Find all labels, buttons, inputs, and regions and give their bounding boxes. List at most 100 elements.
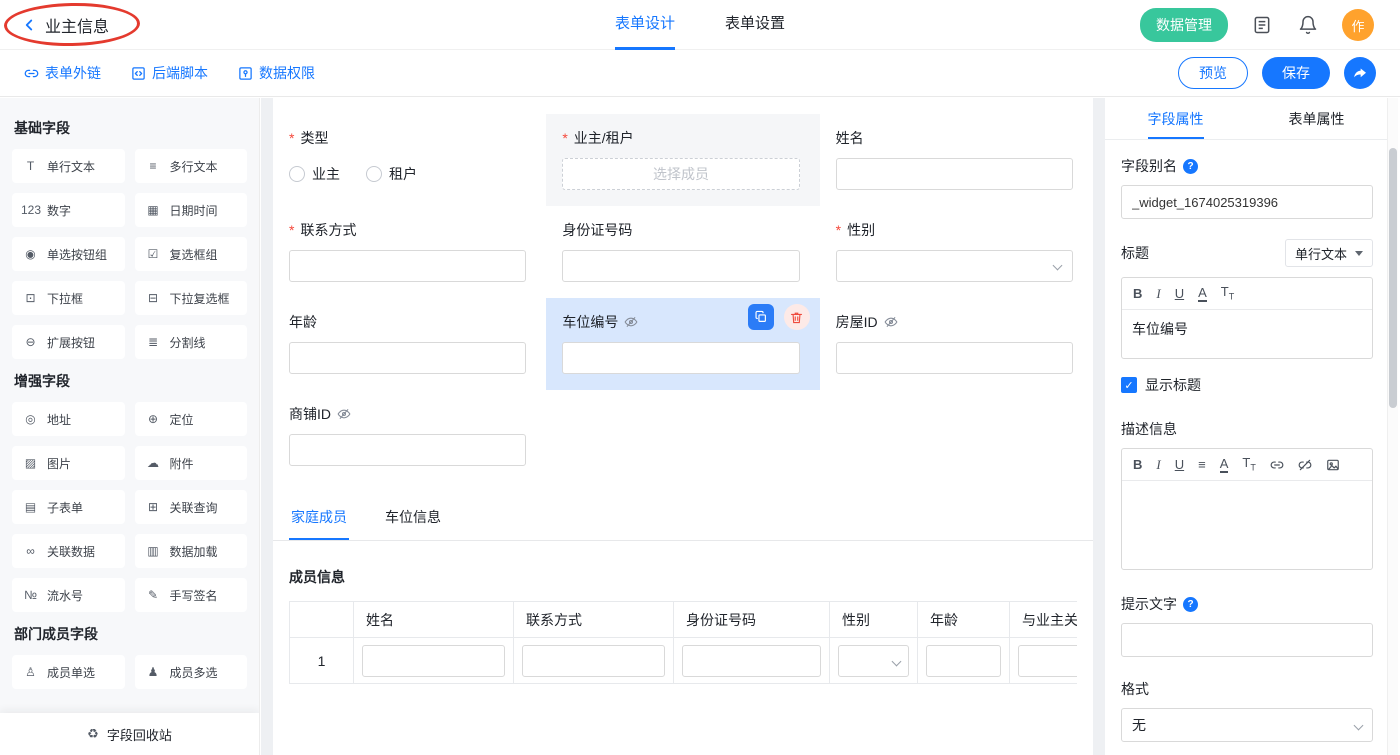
field-datetime[interactable]: ▦日期时间 [135,193,248,227]
insert-image-icon[interactable] [1326,458,1340,472]
field-linked-query[interactable]: ⊞关联查询 [135,490,248,524]
subform-age-input[interactable] [926,645,1001,677]
field-attachment[interactable]: ☁附件 [135,446,248,480]
underline-icon[interactable]: U [1175,287,1184,300]
tab-parking-info[interactable]: 车位信息 [383,496,443,540]
field-extend-button[interactable]: ⊖扩展按钮 [12,325,125,359]
help-icon[interactable]: ? [1183,159,1198,174]
hint-input[interactable] [1121,623,1373,657]
member-multi-icon: ♟ [144,665,163,679]
field-serial-number[interactable]: №流水号 [12,578,125,612]
field-cell-name[interactable]: 姓名 [820,114,1093,206]
gender-select[interactable] [836,250,1073,282]
save-button[interactable]: 保存 [1262,57,1330,89]
alias-input[interactable] [1121,185,1373,219]
field-cell-parking-no-selected[interactable]: 车位编号 [546,298,819,390]
radio-option-tenant[interactable]: 租户 [366,164,417,184]
field-cell-id-number[interactable]: 身份证号码 [546,206,819,298]
field-member-single[interactable]: ♙成员单选 [12,655,125,689]
field-member-multi[interactable]: ♟成员多选 [135,655,248,689]
align-icon[interactable]: ≡ [1198,458,1206,471]
vertical-scrollbar-thumb[interactable] [1389,148,1397,408]
subform-contact-input[interactable] [522,645,665,677]
field-subform[interactable]: ▤子表单 [12,490,125,524]
font-size-icon[interactable]: TT [1221,285,1234,302]
field-radio-group[interactable]: ◉单选按钮组 [12,237,125,271]
subform-name-input[interactable] [362,645,505,677]
italic-icon[interactable]: I [1156,287,1160,300]
data-manage-button[interactable]: 数据管理 [1140,8,1228,42]
vertical-scrollbar-track[interactable] [1388,98,1398,755]
show-title-row[interactable]: ✓ 显示标题 [1121,375,1373,395]
field-single-line-text[interactable]: T单行文本 [12,149,125,183]
form-toolbar: 表单外链 后端脚本 数据权限 预览 保存 [0,50,1400,97]
subform-relation-input[interactable] [1018,645,1077,677]
font-size-icon[interactable]: TT [1242,456,1255,473]
field-image[interactable]: ▨图片 [12,446,125,480]
house-id-input[interactable] [836,342,1073,374]
age-input[interactable] [289,342,526,374]
field-checkbox-group[interactable]: ☑复选框组 [135,237,248,271]
bold-icon[interactable]: B [1133,287,1142,300]
field-cell-age[interactable]: 年龄 [273,298,546,390]
field-cell-shop-id[interactable]: 商铺ID [273,390,546,482]
field-signature[interactable]: ✎手写签名 [135,578,248,612]
remove-link-icon[interactable] [1298,458,1312,472]
subform-id-number-input[interactable] [682,645,821,677]
share-button[interactable] [1344,57,1376,89]
bold-icon[interactable]: B [1133,458,1142,471]
data-permission-button[interactable]: 数据权限 [238,63,315,83]
copy-field-button[interactable] [748,304,774,330]
radio-circle-icon[interactable] [289,166,305,182]
format-select[interactable]: 无 [1121,708,1373,742]
font-color-icon[interactable]: A [1220,457,1229,473]
field-linked-data[interactable]: ∞关联数据 [12,534,125,568]
name-input[interactable] [836,158,1073,190]
contact-input[interactable] [289,250,526,282]
preview-button[interactable]: 预览 [1178,57,1248,89]
font-color-icon[interactable]: A [1198,286,1207,302]
backend-script-button[interactable]: 后端脚本 [131,63,208,83]
checkbox-checked-icon[interactable]: ✓ [1121,377,1137,393]
insert-link-icon[interactable] [1270,458,1284,472]
field-cell-house-id[interactable]: 房屋ID [820,298,1093,390]
delete-field-button[interactable] [784,304,810,330]
document-icon[interactable] [1250,13,1274,37]
gender-select-input[interactable] [836,250,1073,282]
field-location[interactable]: ⊕定位 [135,402,248,436]
subform-gender-select[interactable] [838,645,909,677]
italic-icon[interactable]: I [1156,458,1160,471]
avatar[interactable]: 作 [1342,9,1374,41]
field-multi-line-text[interactable]: ≡多行文本 [135,149,248,183]
field-divider[interactable]: ≣分割线 [135,325,248,359]
radio-circle-icon[interactable] [366,166,382,182]
bell-icon[interactable] [1296,13,1320,37]
field-type-select[interactable]: 单行文本 [1285,239,1373,267]
field-cell-contact[interactable]: *联系方式 [273,206,546,298]
field-recycle-bin[interactable]: ♻ 字段回收站 [0,713,259,755]
tab-field-properties[interactable]: 字段属性 [1105,98,1246,139]
help-icon[interactable]: ? [1183,597,1198,612]
underline-icon[interactable]: U [1175,458,1184,471]
field-cell-gender[interactable]: *性别 [820,206,1093,298]
parking-no-input[interactable] [562,342,799,374]
title-editor-content[interactable]: 车位编号 [1122,310,1372,358]
tab-family-members[interactable]: 家庭成员 [289,496,349,540]
field-data-load[interactable]: ▥数据加载 [135,534,248,568]
external-link-button[interactable]: 表单外链 [24,63,101,83]
tab-form-settings[interactable]: 表单设置 [725,0,785,50]
back-button[interactable]: 业主信息 [20,0,109,50]
description-editor-content[interactable] [1122,481,1372,569]
tab-form-design[interactable]: 表单设计 [615,0,675,50]
field-select[interactable]: ⊡下拉框 [12,281,125,315]
field-cell-owner[interactable]: *业主/租户 选择成员 [546,114,819,206]
field-cell-type[interactable]: *类型 业主 租户 [273,114,546,206]
field-multi-select[interactable]: ⊟下拉复选框 [135,281,248,315]
radio-option-owner[interactable]: 业主 [289,164,340,184]
field-number[interactable]: 123数字 [12,193,125,227]
tab-form-properties[interactable]: 表单属性 [1246,98,1387,139]
id-number-input[interactable] [562,250,799,282]
member-picker[interactable]: 选择成员 [562,158,799,190]
shop-id-input[interactable] [289,434,526,466]
field-address[interactable]: ◎地址 [12,402,125,436]
